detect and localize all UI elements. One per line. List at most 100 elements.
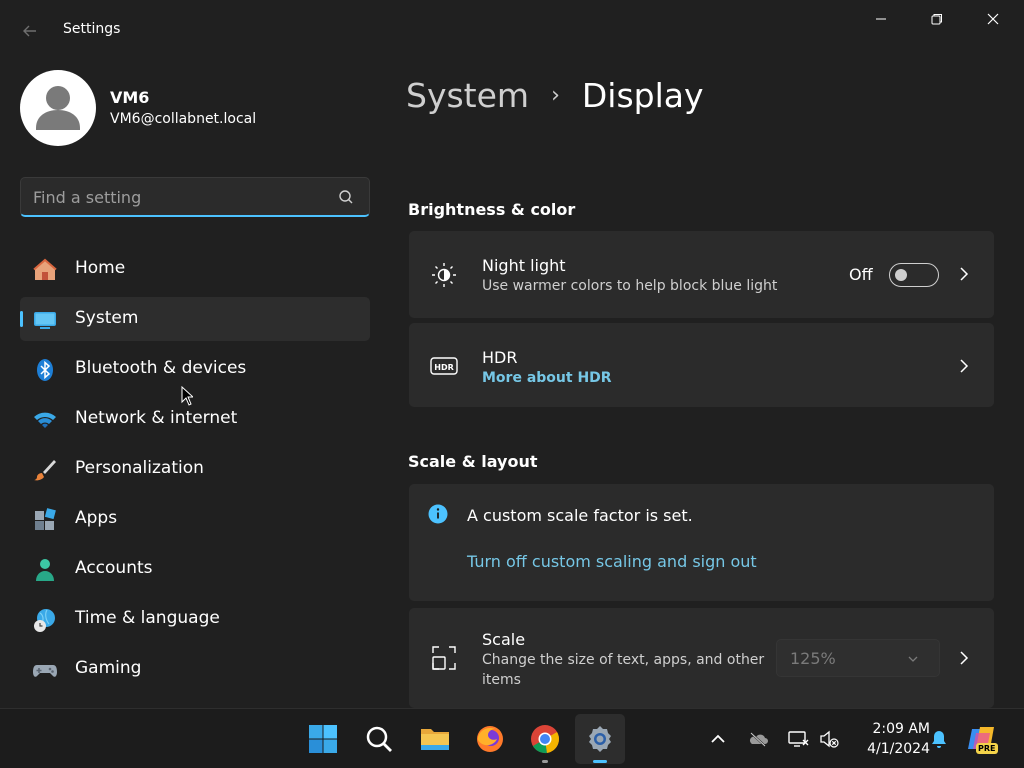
taskbar-settings[interactable] xyxy=(575,714,625,764)
scale-card[interactable]: Scale Change the size of text, apps, and… xyxy=(409,608,994,708)
taskbar-search-button[interactable] xyxy=(354,714,404,764)
search-icon xyxy=(366,726,392,752)
sidebar-item-label: System xyxy=(75,308,139,328)
section-title-scale-layout: Scale & layout xyxy=(408,452,538,471)
night-light-toggle-state: Off xyxy=(849,265,873,284)
night-light-toggle[interactable] xyxy=(889,263,939,287)
breadcrumb-parent[interactable]: System xyxy=(406,76,529,115)
hdr-icon: HDR xyxy=(430,357,458,375)
night-light-icon xyxy=(432,263,456,287)
clock-time: 2:09 AM xyxy=(872,721,930,737)
clock-date: 4/1/2024 xyxy=(867,741,930,757)
avatar[interactable] xyxy=(20,70,96,146)
minimize-icon xyxy=(876,18,886,20)
breadcrumb: System › Display xyxy=(406,72,704,118)
mouse-cursor-icon xyxy=(181,386,193,406)
system-monitor-icon xyxy=(34,312,56,329)
breadcrumb-separator: › xyxy=(551,82,560,108)
restore-button[interactable] xyxy=(914,4,960,34)
sidebar-item-gaming[interactable]: Gaming xyxy=(20,647,370,691)
settings-icon xyxy=(589,726,611,752)
sidebar-item-label: Apps xyxy=(75,508,118,528)
globe-clock-icon xyxy=(34,609,55,632)
restore-icon xyxy=(931,14,942,25)
night-light-title: Night light xyxy=(482,256,566,275)
sidebar-item-home[interactable]: Home xyxy=(20,247,370,291)
gamepad-icon xyxy=(33,665,57,677)
search-box[interactable] xyxy=(20,177,370,217)
info-icon xyxy=(428,504,448,524)
taskbar-clock[interactable]: 2:09 AM 4/1/2024 xyxy=(850,719,930,759)
custom-scale-notice: A custom scale factor is set. Turn off c… xyxy=(409,484,994,601)
sidebar-item-system[interactable]: System xyxy=(20,297,370,341)
section-title-brightness: Brightness & color xyxy=(408,200,576,219)
account-icon xyxy=(36,559,54,581)
taskbar-firefox[interactable] xyxy=(465,714,515,764)
network-icon[interactable] xyxy=(787,728,809,750)
hdr-title: HDR xyxy=(482,348,518,367)
user-email: VM6@collabnet.local xyxy=(110,111,257,127)
user-silhouette-icon xyxy=(36,86,80,130)
search-icon[interactable] xyxy=(337,188,355,206)
running-indicator xyxy=(542,760,548,763)
back-arrow-icon xyxy=(23,25,36,37)
scale-dropdown[interactable]: 125% xyxy=(776,639,940,677)
sidebar-item-time-language[interactable]: Time & language xyxy=(20,597,370,641)
sidebar-item-accounts[interactable]: Accounts xyxy=(20,547,370,591)
scale-subtitle-line1: Change the size of text, apps, and other xyxy=(482,652,765,668)
active-indicator xyxy=(593,760,607,763)
taskbar-file-explorer[interactable] xyxy=(410,714,460,764)
chevron-right-icon[interactable] xyxy=(955,357,973,375)
taskbar: 2:09 AM 4/1/2024 PRE xyxy=(0,708,1024,768)
close-button[interactable] xyxy=(970,4,1016,34)
close-icon xyxy=(987,13,999,25)
page-title: Display xyxy=(581,75,704,115)
brush-icon xyxy=(34,460,56,481)
taskbar-chrome[interactable] xyxy=(520,714,570,764)
hdr-card[interactable]: HDR HDR More about HDR xyxy=(409,323,994,407)
sidebar-item-label: Personalization xyxy=(75,458,204,478)
copilot-badge: PRE xyxy=(976,743,998,754)
night-light-subtitle: Use warmer colors to help block blue lig… xyxy=(482,278,778,294)
wifi-icon xyxy=(34,412,56,428)
sidebar-item-label: Bluetooth & devices xyxy=(75,358,247,378)
scale-title: Scale xyxy=(482,630,526,649)
bluetooth-icon xyxy=(37,359,53,381)
back-button[interactable] xyxy=(14,18,46,44)
sidebar-item-network[interactable]: Network & internet xyxy=(20,397,370,441)
chevron-right-icon[interactable] xyxy=(955,649,973,667)
file-explorer-icon xyxy=(421,729,449,750)
svg-text:HDR: HDR xyxy=(434,363,454,372)
chevron-right-icon[interactable] xyxy=(955,265,973,283)
chevron-up-icon[interactable] xyxy=(707,728,729,750)
scale-icon xyxy=(432,646,456,670)
onedrive-icon[interactable] xyxy=(747,728,769,750)
sidebar-item-bluetooth[interactable]: Bluetooth & devices xyxy=(20,347,370,391)
sidebar-item-apps[interactable]: Apps xyxy=(20,497,370,541)
minimize-button[interactable] xyxy=(858,4,904,34)
bell-icon[interactable] xyxy=(928,728,950,750)
toggle-knob xyxy=(895,269,907,281)
search-input[interactable] xyxy=(33,184,333,210)
scale-subtitle-line2: items xyxy=(482,672,521,688)
sidebar-item-label: Home xyxy=(75,258,126,278)
turn-off-custom-scaling-link[interactable]: Turn off custom scaling and sign out xyxy=(467,552,757,571)
start-icon xyxy=(309,725,337,753)
copilot-button[interactable]: PRE xyxy=(966,723,1000,757)
user-name: VM6 xyxy=(110,88,150,107)
selection-indicator xyxy=(20,311,23,327)
sidebar-item-personalization[interactable]: Personalization xyxy=(20,447,370,491)
night-light-card[interactable]: Night light Use warmer colors to help bl… xyxy=(409,231,994,318)
app-title: Settings xyxy=(63,21,121,37)
taskbar-start-button[interactable] xyxy=(298,714,348,764)
scale-value: 125% xyxy=(790,649,836,668)
chevron-down-icon xyxy=(908,656,918,662)
sidebar-item-label: Time & language xyxy=(75,608,220,628)
volume-muted-icon[interactable] xyxy=(818,728,840,750)
hdr-link[interactable]: More about HDR xyxy=(482,370,612,386)
sidebar-item-label: Network & internet xyxy=(75,408,238,428)
firefox-icon xyxy=(477,726,503,752)
sidebar-item-label: Accounts xyxy=(75,558,153,578)
sidebar-item-label: Gaming xyxy=(75,658,142,678)
custom-scale-notice-text: A custom scale factor is set. xyxy=(467,506,693,525)
